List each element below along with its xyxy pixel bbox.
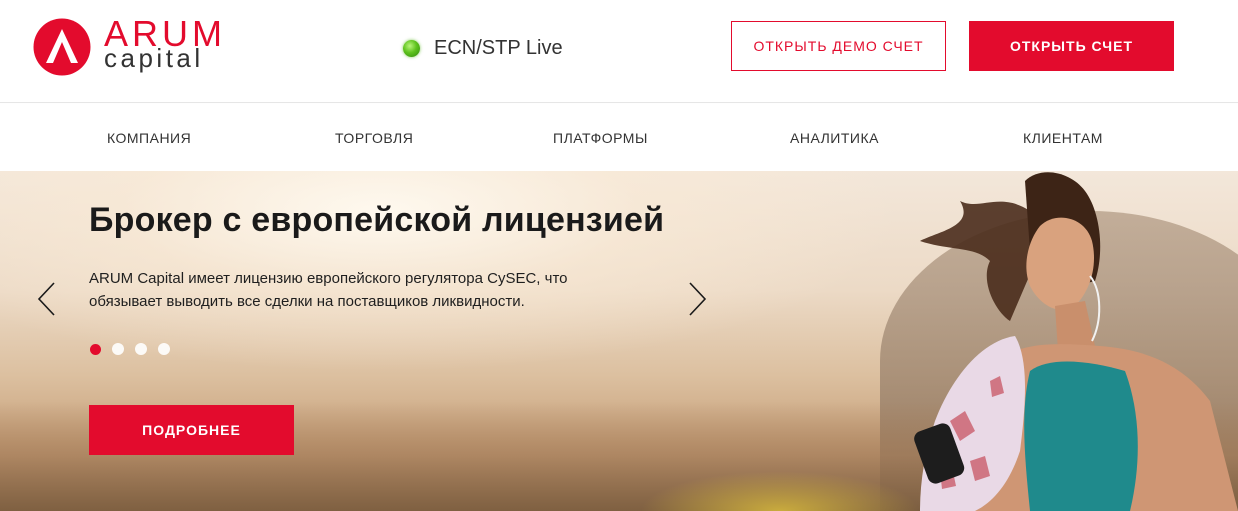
slider-dot-3[interactable] xyxy=(135,343,147,355)
hero-title: Брокер с европейской лицензией xyxy=(89,201,665,239)
status-indicator-icon xyxy=(403,39,420,57)
nav-item-trading[interactable]: ТОРГОВЛЯ xyxy=(335,130,413,146)
nav-item-clients[interactable]: КЛИЕНТАМ xyxy=(1023,130,1103,146)
main-nav: КОМПАНИЯ ТОРГОВЛЯ ПЛАТФОРМЫ АНАЛИТИКА КЛ… xyxy=(0,104,1238,171)
chevron-left-icon[interactable] xyxy=(36,281,58,317)
server-status: ECN/STP Live xyxy=(403,36,563,60)
runner-photo xyxy=(914,172,1238,511)
logo-sub: capital xyxy=(104,43,204,73)
nav-item-company[interactable]: КОМПАНИЯ xyxy=(107,130,191,146)
site-header: ARUM capital ECN/STP Live ОТКРЫТЬ ДЕМО С… xyxy=(0,0,1238,103)
learn-more-button[interactable]: ПОДРОБНЕЕ xyxy=(89,405,294,455)
slider-dot-4[interactable] xyxy=(158,343,170,355)
status-label: ECN/STP Live xyxy=(434,37,563,59)
open-demo-account-button[interactable]: ОТКРЫТЬ ДЕМО СЧЕТ xyxy=(731,21,946,71)
nav-item-platforms[interactable]: ПЛАТФОРМЫ xyxy=(553,130,648,146)
slider-dot-2[interactable] xyxy=(112,343,124,355)
hero-description: ARUM Capital имеет лицензию европейского… xyxy=(89,270,568,310)
open-account-button[interactable]: ОТКРЫТЬ СЧЕТ xyxy=(969,21,1174,71)
chevron-right-icon[interactable] xyxy=(686,281,708,317)
arum-logo-icon xyxy=(33,18,91,76)
hero-background-flowers xyxy=(640,471,920,511)
slider-dot-1[interactable] xyxy=(90,344,101,355)
hero-slider: Брокер с европейской лицензией ARUM Capi… xyxy=(0,171,1238,511)
logo-text: ARUM capital xyxy=(104,14,226,73)
nav-item-analytics[interactable]: АНАЛИТИКА xyxy=(790,130,879,146)
slider-pagination xyxy=(90,343,170,355)
